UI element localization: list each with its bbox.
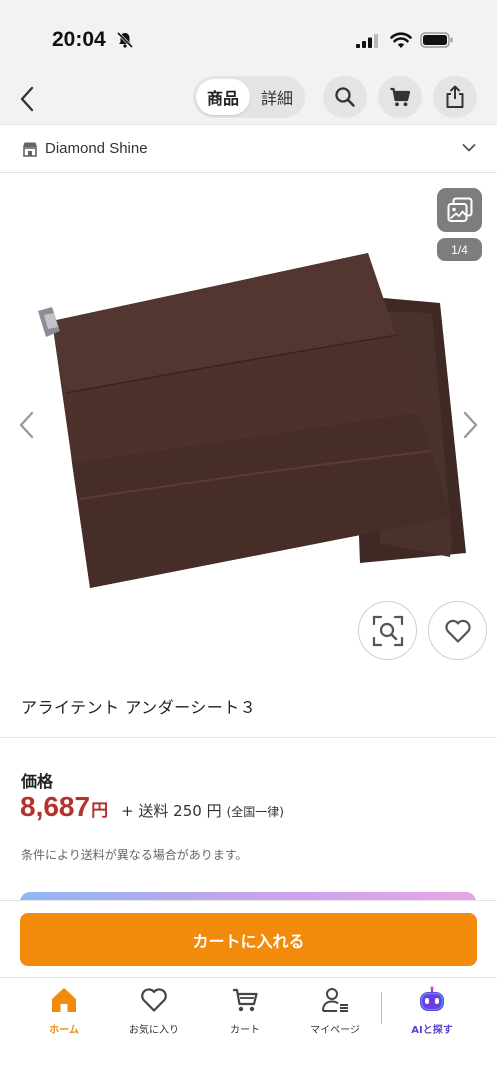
header-cart-button[interactable] bbox=[378, 76, 422, 118]
tab-label-favorites: お気に入り bbox=[129, 1025, 179, 1036]
divider bbox=[0, 737, 497, 738]
chevron-left-icon bbox=[20, 86, 34, 112]
share-icon bbox=[446, 85, 464, 108]
tab-label-ai-search: AIと探す bbox=[411, 1025, 453, 1036]
product-title: アライテント アンダーシート３ bbox=[21, 698, 257, 717]
tab-label-mypage: マイページ bbox=[310, 1025, 360, 1036]
tab-separator bbox=[381, 992, 382, 1024]
store-icon bbox=[23, 142, 37, 157]
price-block: 8,687 円 + 送料 250 円 (全国一律) bbox=[20, 791, 284, 823]
favorite-button[interactable] bbox=[428, 601, 487, 660]
tab-ai-search[interactable]: AIと探す bbox=[387, 986, 477, 1040]
tab-label-home: ホーム bbox=[49, 1025, 79, 1036]
gallery-view-button[interactable] bbox=[437, 188, 482, 232]
tab-home[interactable]: ホーム bbox=[19, 986, 109, 1040]
tab-label-cart: カート bbox=[230, 1025, 260, 1036]
price-currency: 円 bbox=[91, 801, 109, 821]
price-label: 価格 bbox=[21, 772, 54, 791]
top-nav-bar: 商品 詳細 bbox=[0, 76, 497, 125]
tab-mypage[interactable]: マイページ bbox=[290, 986, 380, 1040]
add-to-cart-button[interactable]: カートに入れる bbox=[20, 913, 477, 966]
search-icon bbox=[335, 87, 355, 107]
ai-robot-icon bbox=[420, 986, 444, 1011]
chevron-down-icon[interactable] bbox=[462, 143, 476, 153]
tab-product[interactable]: 商品 bbox=[196, 79, 250, 115]
heart-icon bbox=[141, 988, 167, 1012]
gallery-next-arrow[interactable] bbox=[457, 409, 483, 441]
status-time: 20:04 bbox=[52, 28, 106, 51]
tab-favorites[interactable]: お気に入り bbox=[109, 986, 199, 1040]
shop-name[interactable]: Diamond Shine bbox=[45, 140, 148, 157]
tab-detail[interactable]: 詳細 bbox=[252, 79, 302, 115]
status-bar: 20:04 bbox=[0, 0, 497, 76]
shop-row[interactable]: Diamond Shine bbox=[0, 125, 497, 173]
back-button[interactable] bbox=[12, 82, 42, 116]
silent-bell-icon bbox=[116, 31, 134, 49]
product-photo-under-sheet bbox=[38, 253, 466, 588]
images-icon bbox=[447, 197, 472, 222]
bottom-tab-bar: ホーム お気に入り カート マイページ AIと探す bbox=[0, 977, 497, 1080]
image-search-button[interactable] bbox=[358, 601, 417, 660]
battery-icon bbox=[420, 32, 453, 48]
wifi-icon bbox=[390, 32, 412, 48]
shipping-area: (全国一律) bbox=[226, 805, 284, 819]
shipping-note: 条件により送料が異なる場合があります。 bbox=[21, 848, 248, 862]
cart-icon bbox=[233, 988, 258, 1012]
gallery-prev-arrow[interactable] bbox=[14, 409, 40, 441]
product-image-gallery[interactable]: 1/4 bbox=[0, 173, 497, 673]
shipping-fee: + 送料 250 円 bbox=[121, 802, 222, 820]
home-icon bbox=[52, 988, 76, 1012]
price-amount: 8,687 bbox=[20, 791, 91, 822]
scan-search-icon bbox=[372, 615, 403, 646]
tab-cart[interactable]: カート bbox=[200, 986, 290, 1040]
share-button[interactable] bbox=[433, 76, 477, 118]
cart-icon bbox=[390, 87, 411, 107]
heart-icon bbox=[444, 619, 471, 643]
signal-icon bbox=[356, 34, 378, 48]
user-icon bbox=[322, 988, 348, 1012]
search-button[interactable] bbox=[323, 76, 367, 118]
product-detail-segment: 商品 詳細 bbox=[193, 76, 305, 118]
cart-action-bar: カートに入れる bbox=[0, 900, 497, 977]
